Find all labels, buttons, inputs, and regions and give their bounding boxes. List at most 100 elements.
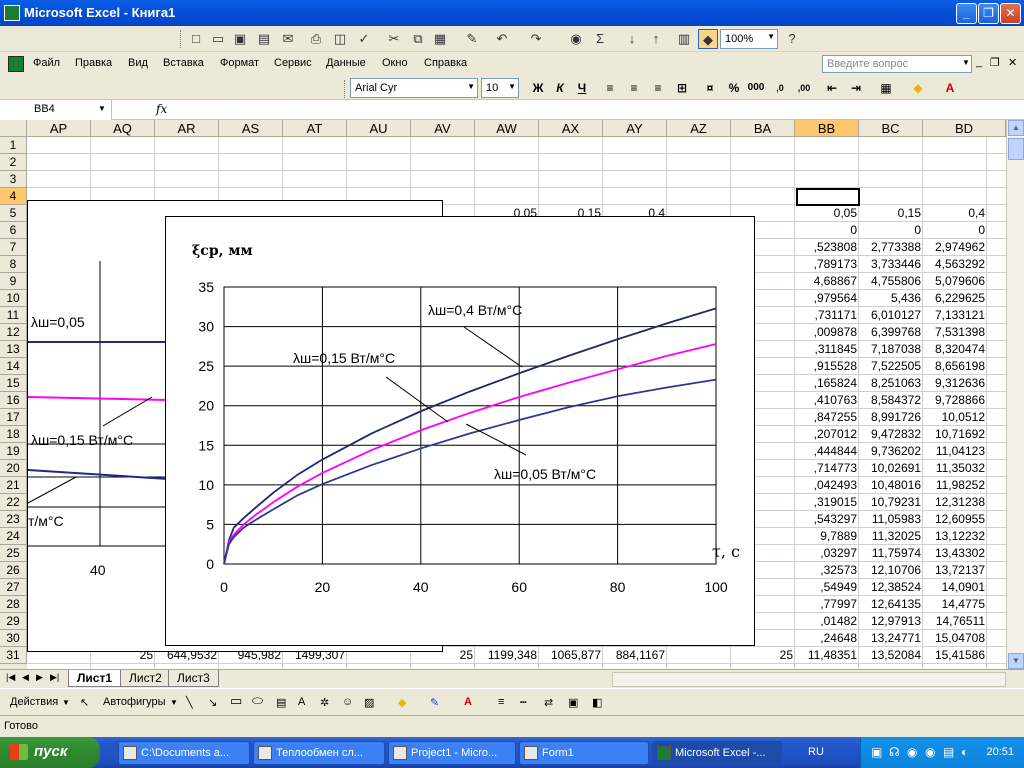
ask-question-input[interactable]: Введите вопрос xyxy=(822,55,972,73)
cell[interactable]: 11,98252 xyxy=(923,477,985,494)
paste-icon[interactable]: ▦ xyxy=(430,29,450,49)
cell[interactable]: 4,563292 xyxy=(923,256,985,273)
fill-color-icon[interactable]: ◆ xyxy=(398,696,406,709)
cell[interactable]: ,714773 xyxy=(795,460,857,477)
main-chart[interactable]: 0 5 10 15 20 25 30 35 0 20 40 60 80 100 ξср, мм τ, с λш… xyxy=(165,216,755,646)
next-sheet-icon[interactable]: ▶ xyxy=(36,672,43,683)
cell[interactable]: ,042493 xyxy=(795,477,857,494)
row-header[interactable]: 2 xyxy=(0,154,27,171)
row-header[interactable]: 8 xyxy=(0,256,27,273)
sort-desc-icon[interactable]: ↑ xyxy=(646,29,666,49)
column-header[interactable]: AZ xyxy=(667,120,731,137)
cell[interactable]: 12,60955 xyxy=(923,511,985,528)
line-style-icon[interactable]: ≡ xyxy=(498,696,504,708)
cell[interactable]: 5,079606 xyxy=(923,273,985,290)
cell[interactable]: 0 xyxy=(923,222,985,239)
textbox-tool-icon[interactable]: ▤ xyxy=(276,696,286,709)
cell[interactable]: ,03297 xyxy=(795,545,857,562)
cell[interactable]: 13,43302 xyxy=(923,545,985,562)
column-header[interactable]: AU xyxy=(347,120,411,137)
cell[interactable]: 6,399768 xyxy=(859,324,921,341)
cell[interactable]: 13,52084 xyxy=(859,647,921,664)
align-left-icon[interactable]: ≡ xyxy=(600,78,620,98)
cell[interactable]: ,410763 xyxy=(795,392,857,409)
row-header[interactable]: 1 xyxy=(0,137,27,154)
cell[interactable]: ,009878 xyxy=(795,324,857,341)
column-header[interactable]: AT xyxy=(283,120,347,137)
row-header[interactable]: 29 xyxy=(0,613,27,630)
row-header[interactable]: 25 xyxy=(0,545,27,562)
taskbar-item-form[interactable]: Form1 xyxy=(519,741,649,765)
cell[interactable]: 12,31238 xyxy=(923,494,985,511)
save-icon[interactable]: ▣ xyxy=(230,29,250,49)
row-header[interactable]: 22 xyxy=(0,494,27,511)
cell[interactable]: 12,64135 xyxy=(859,596,921,613)
tray-icon[interactable]: ☊ xyxy=(889,745,900,759)
print-icon[interactable]: ⎙ xyxy=(306,29,326,49)
row-header[interactable]: 13 xyxy=(0,341,27,358)
scroll-thumb[interactable] xyxy=(1008,138,1024,160)
cell[interactable]: ,523808 xyxy=(795,239,857,256)
cell[interactable]: 8,584372 xyxy=(859,392,921,409)
menu-view[interactable]: Вид xyxy=(128,57,148,69)
sheet-tab-1[interactable]: Лист1 xyxy=(68,670,122,687)
line-tool-icon[interactable]: ╲ xyxy=(186,696,193,709)
picture-tool-icon[interactable]: ▨ xyxy=(364,696,374,709)
horizontal-scrollbar[interactable] xyxy=(612,672,1006,687)
arrow-tool-icon[interactable]: ↘ xyxy=(208,696,217,709)
row-header[interactable]: 4 xyxy=(0,188,27,205)
hyperlink-icon[interactable]: ◉ xyxy=(566,29,586,49)
shadow-style-icon[interactable]: ▣ xyxy=(568,696,578,709)
sheet-tab-3[interactable]: Лист3 xyxy=(168,670,219,687)
decrease-decimal-icon[interactable]: ,00 xyxy=(794,78,814,98)
align-center-icon[interactable]: ≡ xyxy=(624,78,644,98)
cell[interactable]: 6,229625 xyxy=(923,290,985,307)
cell[interactable]: ,01482 xyxy=(795,613,857,630)
cell[interactable]: 1199,348 xyxy=(475,647,537,664)
row-header[interactable]: 14 xyxy=(0,358,27,375)
row-header[interactable]: 15 xyxy=(0,375,27,392)
tray-icon[interactable]: ▣ xyxy=(871,745,882,759)
cell[interactable]: 13,72137 xyxy=(923,562,985,579)
autosum-icon[interactable]: Σ xyxy=(590,29,610,49)
close-button[interactable]: ✕ xyxy=(1000,3,1021,24)
cell[interactable]: 8,320474 xyxy=(923,341,985,358)
align-right-icon[interactable]: ≡ xyxy=(648,78,668,98)
cell[interactable]: ,789173 xyxy=(795,256,857,273)
underline-button[interactable]: Ч xyxy=(572,78,592,98)
column-header[interactable]: AQ xyxy=(91,120,155,137)
font-color-icon[interactable]: A xyxy=(464,696,472,708)
tray-icon[interactable]: ◉ xyxy=(907,745,917,759)
3d-style-icon[interactable]: ◧ xyxy=(592,696,602,709)
arrow-style-icon[interactable]: ⇄ xyxy=(544,696,553,709)
column-header[interactable]: AV xyxy=(411,120,475,137)
menu-data[interactable]: Данные xyxy=(326,57,366,69)
cell[interactable]: 9,7889 xyxy=(795,528,857,545)
column-header[interactable]: BB xyxy=(795,120,859,137)
row-header[interactable]: 27 xyxy=(0,579,27,596)
cell[interactable]: 10,02691 xyxy=(859,460,921,477)
row-header[interactable]: 23 xyxy=(0,511,27,528)
tray-icon[interactable]: ◉ xyxy=(925,745,935,759)
cell[interactable]: ,311845 xyxy=(795,341,858,358)
permission-icon[interactable]: ▤ xyxy=(254,29,274,49)
excel-app-icon[interactable] xyxy=(4,5,20,21)
row-header[interactable]: 31 xyxy=(0,647,27,664)
cell[interactable]: 15,41586 xyxy=(923,647,985,664)
currency-icon[interactable]: ¤ xyxy=(700,78,720,98)
zoom-select[interactable]: 100% ▼ xyxy=(720,29,778,49)
scroll-up-icon[interactable]: ▲ xyxy=(1008,120,1024,136)
cell[interactable]: ,444844 xyxy=(795,443,857,460)
doc-minimize-button[interactable]: _ xyxy=(976,56,982,68)
cell[interactable]: 7,531398 xyxy=(923,324,985,341)
autoshapes-menu[interactable]: Автофигуры xyxy=(103,696,166,708)
cell[interactable]: 11,75974 xyxy=(859,545,921,562)
font-color-icon[interactable]: A xyxy=(940,78,960,98)
row-header[interactable]: 9 xyxy=(0,273,27,290)
cell[interactable]: 13,12232 xyxy=(923,528,985,545)
email-icon[interactable]: ✉ xyxy=(278,29,298,49)
cell[interactable]: ,319015 xyxy=(795,494,857,511)
start-button[interactable]: пуск xyxy=(0,737,100,768)
diagram-tool-icon[interactable]: ✲ xyxy=(320,696,329,709)
increase-indent-icon[interactable]: ⇥ xyxy=(846,78,866,98)
